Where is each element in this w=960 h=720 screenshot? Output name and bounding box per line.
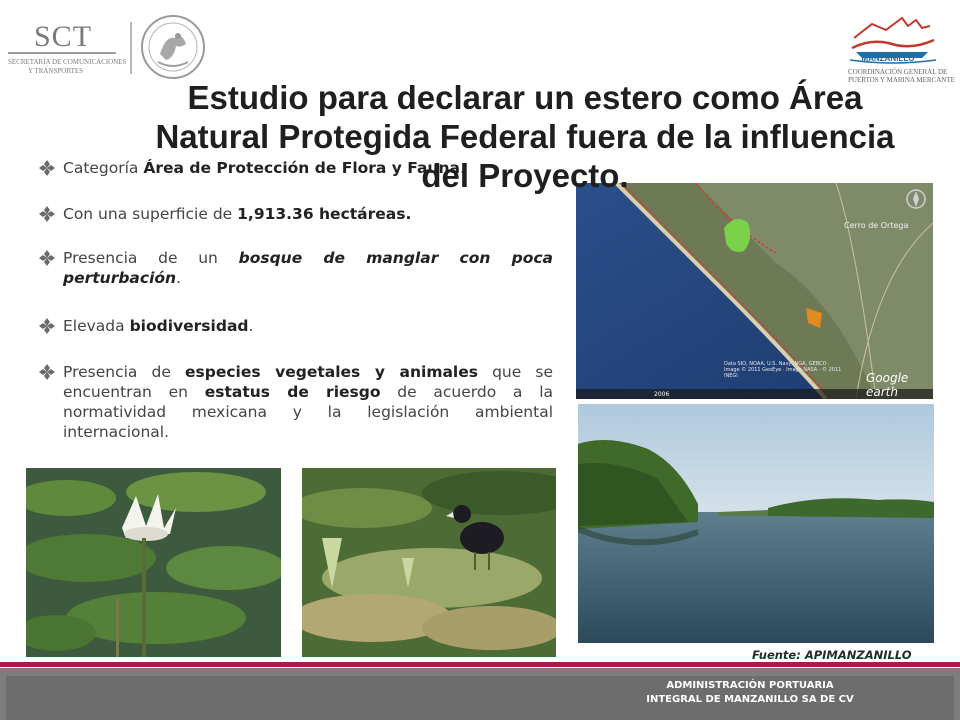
diamond-bullet-icon (39, 318, 55, 334)
sct-logo-rule (8, 52, 116, 54)
bullet-text: Presencia de un (63, 249, 239, 267)
water-lily-photo (26, 468, 281, 657)
bullet-text-end: . (248, 317, 254, 335)
map-place-label: Cerro de Ortega (844, 221, 909, 230)
bullet-highlight: biodiversidad (129, 317, 249, 335)
port-logo-name: MANZANILLO (861, 54, 915, 63)
lagoon-photo (578, 404, 934, 643)
imagery-year: 2006 (654, 391, 670, 398)
photo-source-caption: Fuente: APIMANZANILLO (752, 648, 912, 662)
sct-logo-text: SCT (34, 20, 93, 53)
diamond-bullet-icon (39, 364, 55, 380)
bullet-area: Con una superficie de 1,913.36 hectáreas… (38, 204, 553, 224)
bullet-highlight: especies vegetales y animales (184, 363, 478, 381)
bullet-species: Presencia de especies vegetales y animal… (38, 362, 553, 442)
header-divider (130, 22, 132, 74)
bullet-biodiversity: Elevada biodiversidad. (38, 316, 553, 336)
bullet-mangrove: Presencia de un bosque de manglar con po… (38, 248, 553, 288)
satellite-map-image: Cerro de Ortega Google earth Data SIO, N… (576, 183, 933, 399)
bullet-highlight: 1,913.36 hectáreas (237, 205, 406, 223)
slide-title: Estudio para declarar un estero como Áre… (155, 79, 895, 194)
bullet-text: Elevada (63, 317, 130, 335)
diamond-bullet-icon (39, 250, 55, 266)
bullet-highlight-2: estatus de riesgo (204, 383, 381, 401)
imagery-credit: Data SIO, NOAA, U.S. Navy, NGA, GEBCO · … (724, 361, 842, 379)
mexico-seal-icon (141, 15, 205, 79)
sct-subtitle-line2: Y TRANSPORTES (28, 67, 84, 75)
port-logo-subtitle-line1: COORDINACIÓN GENERAL DE (848, 68, 948, 76)
coot-bird-photo (302, 468, 556, 657)
bullet-text: Categoría (63, 159, 144, 177)
bullet-text: Con una superficie de (63, 205, 238, 223)
diamond-bullet-icon (39, 206, 55, 222)
footer-org-line2: INTEGRAL DE MANZANILLO SA DE CV (646, 694, 854, 705)
footer-accent-stripe (0, 662, 960, 667)
diamond-bullet-icon (39, 160, 55, 176)
google-earth-credit: Google earth (866, 371, 909, 399)
bullet-text-end: . (405, 205, 412, 223)
sct-subtitle-line1: SECRETARÍA DE COMUNICACIONES (8, 58, 127, 66)
footer-org-line1: ADMINISTRACIÓN PORTUARIA (666, 680, 834, 691)
bullet-text-end: . (176, 269, 182, 287)
bullet-text: Presencia de (63, 363, 185, 381)
